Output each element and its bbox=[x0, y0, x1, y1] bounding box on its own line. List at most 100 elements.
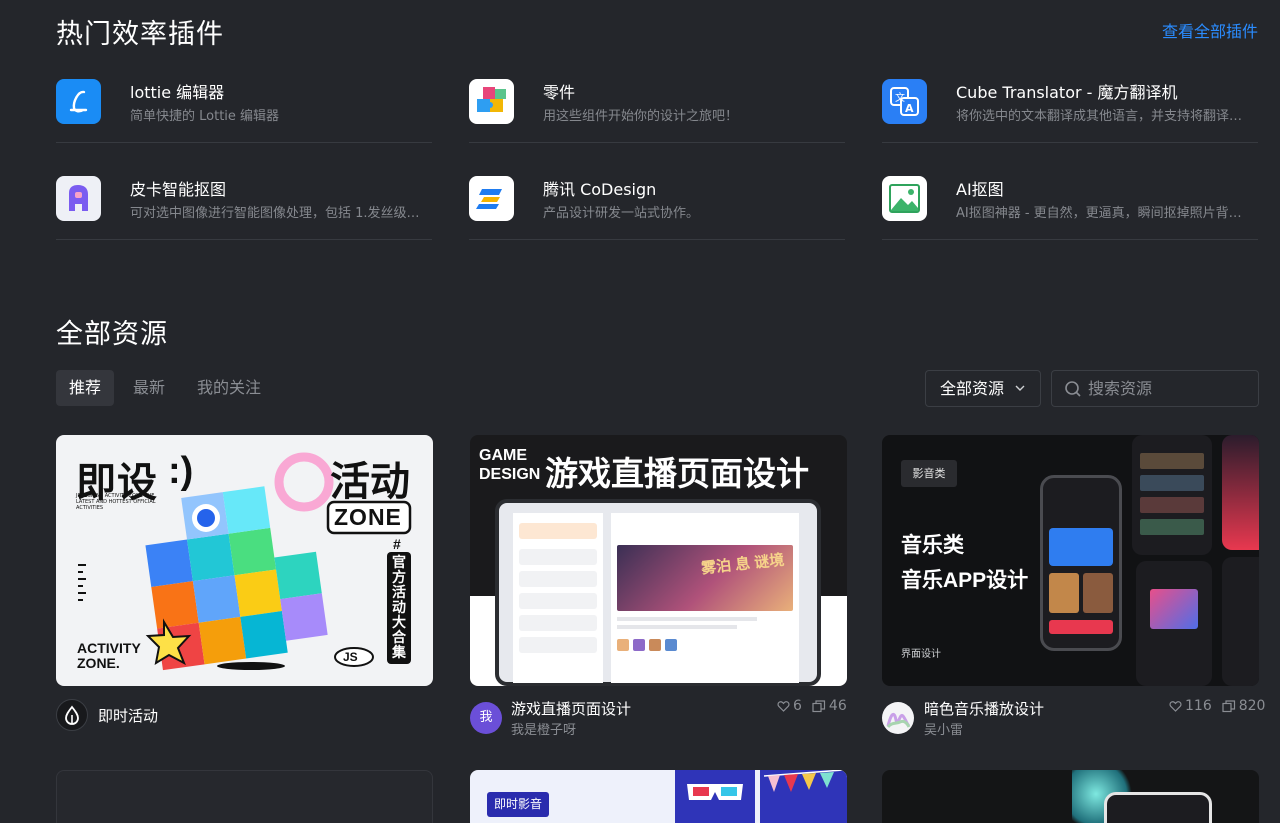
plugin-desc: 产品设计研发一站式协作。 bbox=[543, 206, 700, 221]
duplicate-icon bbox=[1222, 699, 1235, 712]
plugin-desc: 用这些组件开始你的设计之旅吧！ bbox=[543, 109, 739, 124]
cover-game-text: GAME bbox=[479, 447, 527, 464]
cover-phone bbox=[1104, 792, 1212, 823]
plugin-desc: 可对选中图像进行智能图像处理，包括 1.发丝级… bbox=[130, 206, 420, 221]
svg-text:A: A bbox=[905, 102, 914, 115]
cover-phone bbox=[1040, 475, 1122, 651]
puzzle-icon bbox=[469, 79, 514, 124]
cover-small-text: JSDESIGN · ACTIVITY ZONE THE LATEST AND … bbox=[76, 493, 156, 511]
avatar-art-icon bbox=[886, 712, 911, 729]
resource-tabs: 推荐 最新 我的关注 bbox=[56, 370, 274, 406]
resources-section-title: 全部资源 bbox=[56, 319, 168, 350]
plugin-name: lottie 编辑器 bbox=[130, 83, 225, 102]
copy-count: 820 bbox=[1238, 698, 1266, 714]
cover-phone bbox=[1222, 557, 1259, 686]
resource-card-cover[interactable]: 即时影音 bbox=[470, 770, 847, 823]
plugin-name: AI抠图 bbox=[956, 180, 1004, 199]
avatar[interactable]: 我 bbox=[470, 702, 502, 734]
cover-zone-text: ZONE bbox=[334, 504, 402, 530]
plugin-item[interactable]: 零件 用这些组件开始你的设计之旅吧！ bbox=[469, 66, 845, 143]
codesign-icon bbox=[469, 176, 514, 221]
plugin-item[interactable]: lottie 编辑器 简单快捷的 Lottie 编辑器 bbox=[56, 66, 432, 143]
cover-line1: 音乐类 bbox=[901, 534, 964, 557]
avatar[interactable] bbox=[56, 699, 88, 731]
heart-icon bbox=[1169, 700, 1182, 712]
plugins-section-title: 热门效率插件 bbox=[56, 19, 224, 50]
cover-footer-text: ACTIVITY bbox=[77, 640, 141, 656]
plugin-desc: AI抠图神器 - 更自然，更逼真，瞬间抠掉照片背… bbox=[956, 206, 1242, 221]
cover-block bbox=[675, 770, 755, 823]
card-author[interactable]: 吴小雷 bbox=[924, 719, 963, 738]
bunting-icon bbox=[763, 770, 844, 792]
avatar[interactable] bbox=[882, 702, 914, 734]
cover-phone bbox=[1222, 435, 1259, 550]
view-all-plugins-link[interactable]: 查看全部插件 bbox=[1162, 18, 1258, 42]
svg-text:文: 文 bbox=[895, 91, 905, 104]
drop-logo-icon bbox=[65, 705, 79, 725]
search-box[interactable] bbox=[1051, 370, 1259, 407]
heart-icon bbox=[777, 700, 790, 712]
card-title[interactable]: 暗色音乐播放设计 bbox=[924, 698, 1044, 719]
tab-recommended[interactable]: 推荐 bbox=[56, 370, 115, 406]
cover-hash-text: # bbox=[393, 536, 401, 552]
card-title[interactable]: 即时活动 bbox=[98, 705, 158, 726]
card-title[interactable]: 游戏直播页面设计 bbox=[511, 698, 631, 719]
plugin-item[interactable]: 皮卡智能抠图 可对选中图像进行智能图像处理，包括 1.发丝级… bbox=[56, 163, 432, 240]
translate-icon: 文 A bbox=[882, 79, 927, 124]
plugin-desc: 将你选中的文本翻译成其他语言，并支持将翻译… bbox=[956, 109, 1243, 124]
cover-line2: 音乐APP设计 bbox=[901, 569, 1029, 592]
tab-following[interactable]: 我的关注 bbox=[184, 370, 274, 406]
search-input[interactable] bbox=[1088, 371, 1253, 406]
resource-type-value: 全部资源 bbox=[940, 379, 1005, 398]
cover-js-text: JS bbox=[343, 650, 358, 664]
card-stats: 116 820 bbox=[1169, 698, 1265, 714]
tab-latest[interactable]: 最新 bbox=[120, 370, 178, 406]
plugin-name: 皮卡智能抠图 bbox=[130, 180, 227, 199]
resource-card-cover[interactable]: 影音类 音乐类 音乐APP设计 界面设计 bbox=[882, 435, 1259, 686]
copy-stat[interactable]: 820 bbox=[1222, 698, 1266, 714]
cover-phone bbox=[1136, 561, 1212, 686]
plugin-name: Cube Translator - 魔方翻译机 bbox=[956, 83, 1178, 102]
cover-category-tag: 即时影音 bbox=[487, 792, 550, 817]
like-stat[interactable]: 116 bbox=[1169, 698, 1212, 714]
like-stat[interactable]: 6 bbox=[777, 698, 802, 714]
search-icon bbox=[1064, 380, 1082, 402]
card-stats: 6 46 bbox=[777, 698, 847, 714]
cover-category-tag: 影音类 bbox=[901, 460, 957, 487]
cover-headline: 游戏直播页面设计 bbox=[545, 455, 809, 492]
resource-card-cover[interactable] bbox=[56, 770, 433, 823]
copy-count: 46 bbox=[828, 698, 847, 714]
cover-tablet-content: 雾泊 息 谜境 bbox=[611, 513, 799, 683]
cover-phone bbox=[1132, 435, 1212, 555]
plugin-item[interactable]: 文 A Cube Translator - 魔方翻译机 将你选中的文本翻译成其他… bbox=[882, 66, 1258, 143]
plugin-desc: 简单快捷的 Lottie 编辑器 bbox=[130, 109, 280, 124]
plugin-name: 腾讯 CoDesign bbox=[543, 180, 657, 199]
card-author[interactable]: 我是橙子呀 bbox=[511, 719, 576, 738]
page: 热门效率插件 查看全部插件 lottie 编辑器 简单快捷的 Lottie 编辑… bbox=[0, 0, 1280, 823]
cover-activity-text: 活动 bbox=[330, 460, 410, 504]
chevron-down-icon bbox=[1014, 371, 1026, 420]
plugin-item[interactable]: AI抠图 AI抠图神器 - 更自然，更逼真，瞬间抠掉照片背… bbox=[882, 163, 1258, 240]
resource-card-cover[interactable]: GAME DESIGN 游戏直播页面设计 雾泊 息 谜境 bbox=[470, 435, 847, 686]
cover-footer-text: ZONE. bbox=[77, 655, 120, 671]
cover-vertical-text: 官方活动大合集 bbox=[392, 554, 406, 660]
copy-stat[interactable]: 46 bbox=[812, 698, 847, 714]
plugin-item[interactable]: 腾讯 CoDesign 产品设计研发一站式协作。 bbox=[469, 163, 845, 240]
resource-type-select[interactable]: 全部资源 bbox=[925, 370, 1041, 407]
image-cutout-icon bbox=[882, 176, 927, 221]
lottie-icon bbox=[56, 79, 101, 124]
plugin-name: 零件 bbox=[543, 83, 576, 102]
cover-design-text: DESIGN bbox=[479, 466, 541, 483]
like-count: 116 bbox=[1185, 698, 1212, 714]
cover-block bbox=[760, 770, 847, 823]
like-count: 6 bbox=[793, 698, 802, 714]
resource-card-cover[interactable] bbox=[882, 770, 1259, 823]
cover-smile-text: :) bbox=[168, 450, 194, 492]
cover-tablet-sidebar bbox=[513, 513, 603, 683]
cover-tablet-frame: 雾泊 息 谜境 bbox=[495, 499, 821, 686]
3d-glasses-icon bbox=[687, 784, 743, 800]
resource-card-cover[interactable]: 即设 :) 活动 ZONE # 官方活动大合集 JSDESIGN · ACTIV… bbox=[56, 435, 433, 686]
cover-footer: 界面设计 bbox=[901, 649, 941, 660]
picup-icon bbox=[56, 176, 101, 221]
duplicate-icon bbox=[812, 699, 826, 712]
